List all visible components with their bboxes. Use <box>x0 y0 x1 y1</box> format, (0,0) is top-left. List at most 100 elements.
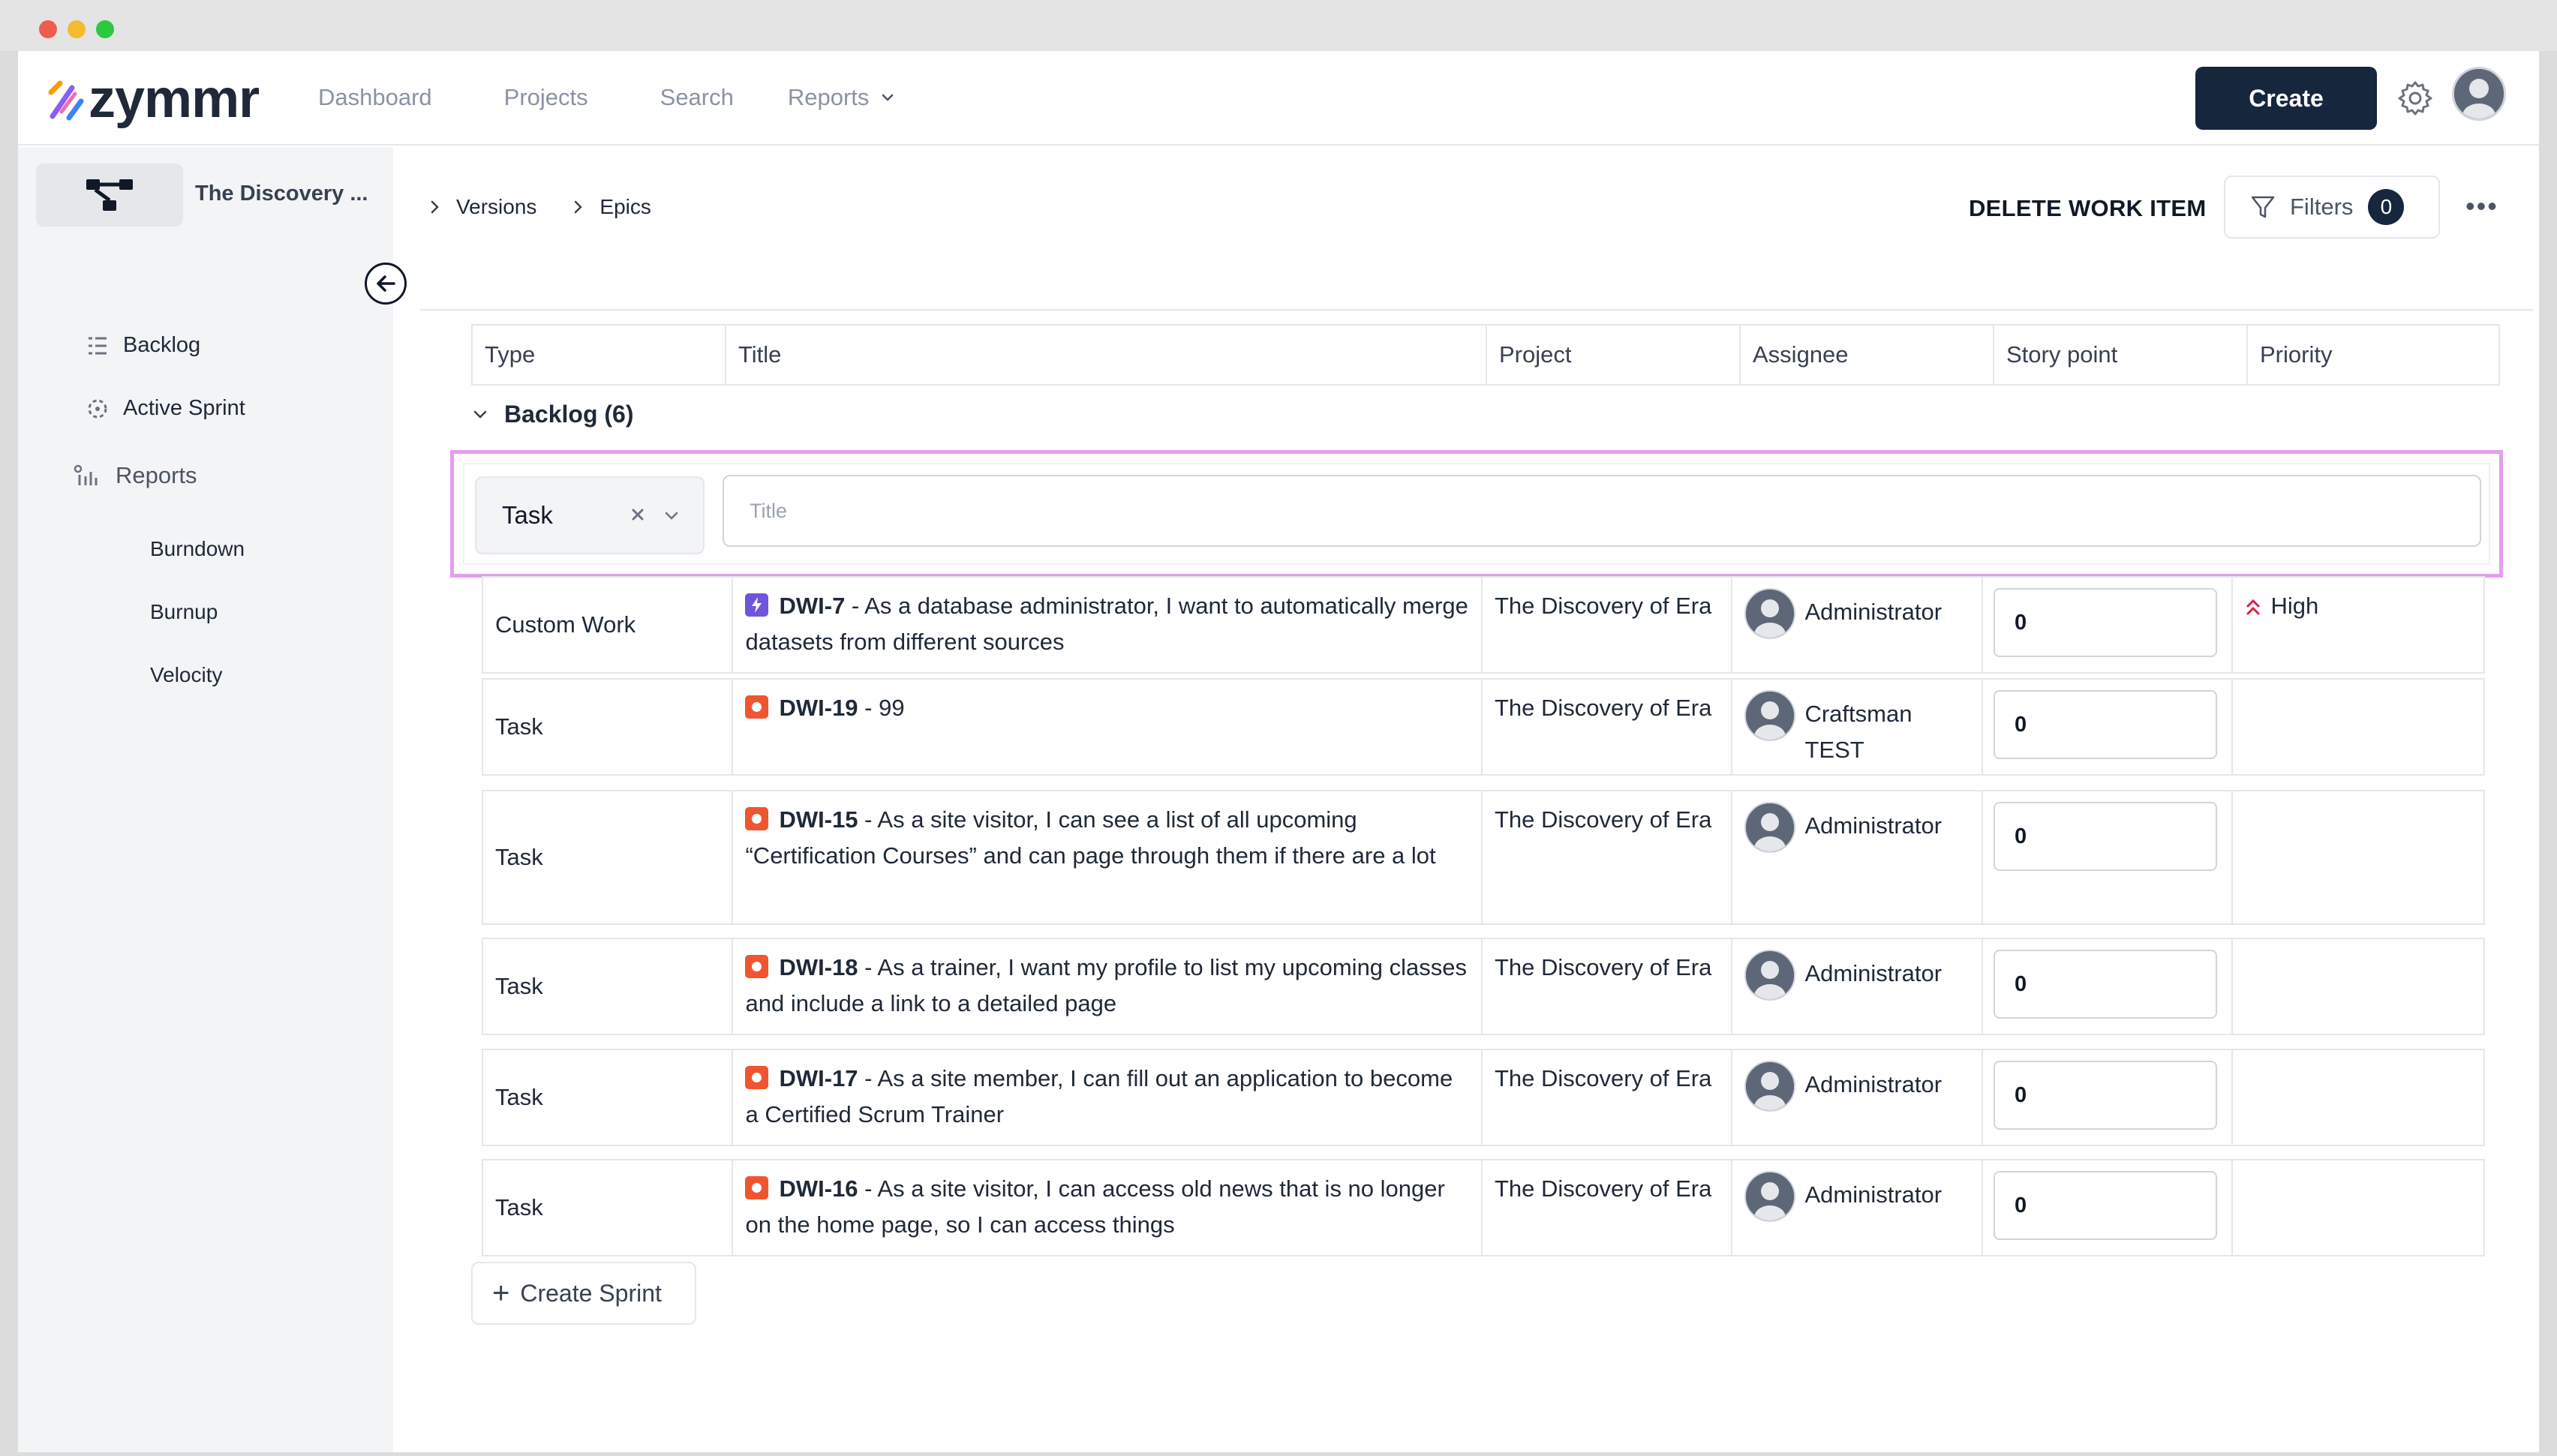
project-avatar[interactable] <box>36 164 183 227</box>
minimize-window-button[interactable] <box>68 20 86 38</box>
column-type[interactable]: Type <box>473 326 726 384</box>
nav-search[interactable]: Search <box>660 84 734 111</box>
delete-work-item-button[interactable]: DELETE WORK ITEM <box>1969 195 2207 222</box>
settings-gear-icon[interactable] <box>2396 80 2434 117</box>
breadcrumb-versions[interactable]: Versions <box>429 195 536 219</box>
table-row[interactable]: Task DWI-15 - As a site visitor, I can se… <box>482 790 2485 925</box>
cell-title[interactable]: DWI-17 - As a site member, I can fill ou… <box>733 1050 1483 1145</box>
task-icon <box>745 695 769 719</box>
chevron-down-icon[interactable] <box>663 508 681 524</box>
title-input[interactable] <box>723 475 2481 547</box>
cell-assignee[interactable]: Administrator <box>1732 939 1983 1034</box>
arrow-left-icon <box>377 275 395 292</box>
work-item-key[interactable]: DWI-15 <box>779 806 858 833</box>
story-point-input[interactable] <box>1993 802 2217 871</box>
backlog-group-label: Backlog (6) <box>504 401 634 428</box>
breadcrumb-epics[interactable]: Epics <box>572 195 651 219</box>
cell-title[interactable]: DWI-16 - As a site visitor, I can access… <box>733 1160 1483 1255</box>
cell-assignee[interactable]: Craftsman TEST <box>1732 680 1983 774</box>
sidebar-report-burndown[interactable]: Burndown <box>150 537 245 561</box>
work-item-key[interactable]: DWI-17 <box>779 1065 858 1091</box>
story-point-input[interactable] <box>1993 690 2217 759</box>
chevron-down-icon <box>882 94 894 101</box>
cell-priority[interactable] <box>2233 680 2483 774</box>
cell-assignee[interactable]: Administrator <box>1732 791 1983 923</box>
cell-priority[interactable]: High <box>2233 578 2483 672</box>
sidebar-report-burnup[interactable]: Burnup <box>150 600 218 624</box>
column-assignee[interactable]: Assignee <box>1741 326 1994 384</box>
nav-reports[interactable]: Reports <box>788 84 897 111</box>
sidebar-item-backlog[interactable]: Backlog <box>86 333 200 358</box>
sidebar: The Discovery ... Backlog Active Sprint … <box>18 147 407 1452</box>
cell-title[interactable]: DWI-18 - As a trainer, I want my profile… <box>733 939 1483 1034</box>
task-icon <box>745 1176 769 1199</box>
maximize-window-button[interactable] <box>96 20 114 38</box>
table-row[interactable]: Task DWI-19 - 99 The Discovery of Era Craft… <box>482 678 2485 776</box>
nav-projects[interactable]: Projects <box>504 84 588 111</box>
story-point-input[interactable] <box>1993 1061 2217 1130</box>
cell-priority[interactable] <box>2233 939 2483 1034</box>
work-item-key[interactable]: DWI-16 <box>779 1175 858 1202</box>
table-row[interactable]: Task DWI-17 - As a site member, I can fil… <box>482 1049 2485 1146</box>
column-title[interactable]: Title <box>726 326 1487 384</box>
user-silhouette-icon <box>2454 69 2504 119</box>
logo-mark-icon <box>48 80 84 121</box>
filters-button[interactable]: Filters 0 <box>2224 176 2440 239</box>
user-silhouette-icon <box>1746 1062 1795 1110</box>
backlog-group-toggle[interactable]: Backlog (6) <box>471 401 633 428</box>
cell-story-point <box>1983 680 2234 774</box>
brand-logo[interactable]: zymmr <box>45 69 260 129</box>
cell-story-point <box>1983 791 2234 923</box>
assignee-name: Administrator <box>1804 1071 1943 1097</box>
assignee-avatar <box>1744 588 1796 639</box>
app-window: zymmr Dashboard Projects Search Reports … <box>18 51 2539 1452</box>
story-point-input[interactable] <box>1993 1171 2217 1240</box>
create-button[interactable]: Create <box>2195 67 2377 130</box>
cell-project: The Discovery of Era <box>1483 939 1733 1034</box>
sidebar-item-reports[interactable]: Reports <box>74 462 197 489</box>
column-story-point[interactable]: Story point <box>1994 326 2248 384</box>
cell-assignee[interactable]: Administrator <box>1732 1050 1983 1145</box>
cell-project: The Discovery of Era <box>1483 791 1733 923</box>
table-row[interactable]: Task DWI-18 - As a trainer, I want my pro… <box>482 938 2485 1035</box>
sidebar-report-velocity[interactable]: Velocity <box>150 663 223 687</box>
cell-priority[interactable] <box>2233 1050 2483 1145</box>
work-item-key[interactable]: DWI-18 <box>779 954 858 980</box>
cell-title[interactable]: DWI-15 - As a site visitor, I can see a … <box>733 791 1483 923</box>
close-window-button[interactable] <box>39 20 57 38</box>
assignee-name: Administrator <box>1804 1181 1943 1208</box>
table-row[interactable]: Custom Work DWI-7 - As a database adminis… <box>482 576 2485 674</box>
user-avatar[interactable] <box>2452 67 2506 121</box>
cell-type: Task <box>483 939 734 1034</box>
chevron-right-icon <box>431 200 439 214</box>
filters-count-badge: 0 <box>2368 189 2405 225</box>
story-point-input[interactable] <box>1993 588 2217 657</box>
column-project[interactable]: Project <box>1487 326 1741 384</box>
table-row[interactable]: Task DWI-16 - As a site visitor, I can ac… <box>482 1159 2485 1256</box>
nav-dashboard[interactable]: Dashboard <box>318 84 432 111</box>
clear-icon[interactable] <box>629 506 646 523</box>
work-item-key[interactable]: DWI-7 <box>779 593 845 619</box>
work-item-title: - 99 <box>858 695 905 721</box>
cell-assignee[interactable]: Administrator <box>1732 578 1983 672</box>
assignee-avatar <box>1744 690 1796 741</box>
user-silhouette-icon <box>1746 692 1795 740</box>
cell-priority[interactable] <box>2233 791 2483 923</box>
cell-type: Task <box>483 1050 734 1145</box>
column-priority[interactable]: Priority <box>2248 326 2498 384</box>
cell-title[interactable]: DWI-19 - 99 <box>733 680 1483 774</box>
sidebar-item-active-sprint[interactable]: Active Sprint <box>86 396 245 421</box>
project-name[interactable]: The Discovery ... <box>195 182 368 206</box>
create-sprint-button[interactable]: + Create Sprint <box>471 1262 696 1325</box>
work-item-key[interactable]: DWI-19 <box>779 695 858 721</box>
cell-priority[interactable] <box>2233 1160 2483 1255</box>
cell-type: Task <box>483 791 734 923</box>
collapse-sidebar-button[interactable] <box>365 263 407 305</box>
cell-title[interactable]: DWI-7 - As a database administrator, I w… <box>733 578 1483 672</box>
cell-type: Task <box>483 1160 734 1255</box>
type-select[interactable]: Task <box>475 476 705 554</box>
cell-type: Custom Work <box>483 578 734 672</box>
cell-assignee[interactable]: Administrator <box>1732 1160 1983 1255</box>
more-options-icon[interactable]: ••• <box>2465 191 2498 222</box>
story-point-input[interactable] <box>1993 950 2217 1019</box>
